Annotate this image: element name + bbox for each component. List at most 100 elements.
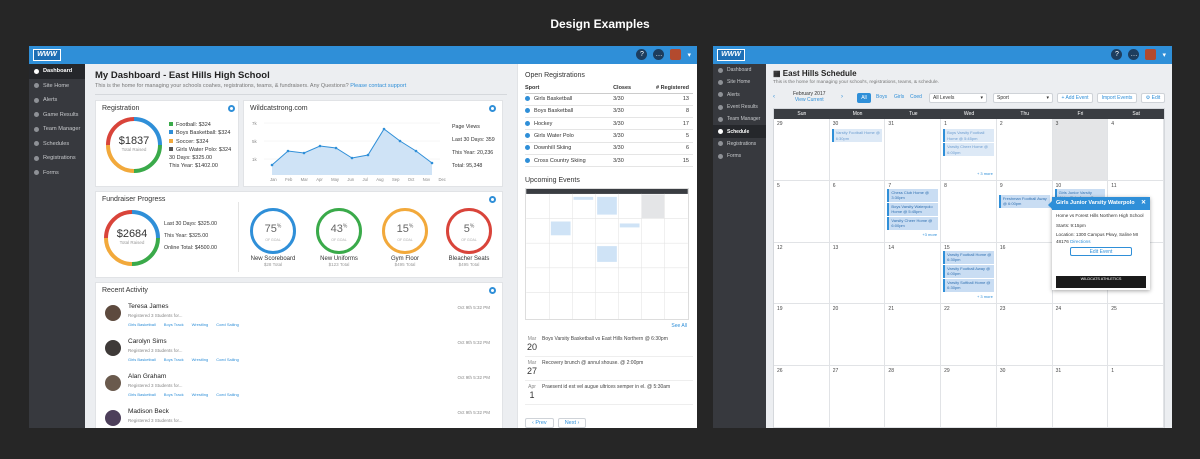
table-row[interactable]: Boys Basketball 3/30 8 — [525, 105, 693, 119]
tag-link[interactable]: Boys Track — [164, 357, 184, 362]
day-cell[interactable]: 14 — [885, 242, 942, 305]
levels-select[interactable]: All Levels ▾ — [929, 93, 987, 103]
sidebar-item-dashboard[interactable]: Dashboard — [29, 64, 85, 79]
calendar-event[interactable]: Varsity Football Away @ 6:00pm — [943, 264, 994, 278]
chevron-down-icon[interactable]: ▾ — [687, 51, 691, 59]
day-cell[interactable]: 23 — [996, 304, 1053, 367]
prev-month-icon[interactable]: ‹ — [773, 94, 775, 100]
calendar-event[interactable]: Boys Varsity Waterpolo Home @ 5:45pm — [887, 202, 939, 216]
next-button[interactable]: Next › — [557, 418, 587, 428]
sidebar-item-forms[interactable]: Forms — [713, 150, 766, 162]
calendar-event[interactable]: Boys Varsity Football Home @ 5:45pm — [943, 129, 994, 142]
gear-icon[interactable] — [228, 105, 235, 112]
calendar-event[interactable]: Chess Club Home @ 3:30pm — [887, 188, 939, 202]
day-cell[interactable]: 5 — [774, 180, 830, 243]
user-avatar[interactable] — [1145, 49, 1157, 60]
table-row[interactable]: Girls Water Polo 3/30 5 — [525, 129, 693, 143]
day-cell[interactable]: 6 — [829, 180, 886, 243]
day-cell[interactable]: 26 — [774, 366, 830, 428]
directions-link[interactable]: Directions — [1070, 239, 1090, 244]
day-cell[interactable]: 1 — [1108, 366, 1164, 428]
tag-link[interactable]: Boys Track — [164, 322, 184, 327]
tag-link[interactable]: Coed Sailing — [216, 322, 239, 327]
tag-link[interactable]: Girls Basketball — [128, 392, 156, 397]
add-event-button[interactable]: + Add Event — [1057, 93, 1093, 103]
edit-event-button[interactable]: Edit Event — [1070, 247, 1132, 256]
chat-icon[interactable]: … — [1128, 49, 1140, 60]
calendar-event[interactable]: Varsity Softball Home @ 6:30pm — [943, 278, 994, 292]
app-logo[interactable]: WWW — [717, 49, 745, 61]
tag-link[interactable]: Girls Basketball — [128, 357, 156, 362]
tag-link[interactable]: Wrestling — [192, 357, 209, 362]
sport-select[interactable]: Sport ▾ — [993, 93, 1053, 103]
day-cell[interactable]: 2 — [996, 119, 1053, 181]
sidebar-item-dashboard[interactable]: Dashboard — [713, 64, 766, 76]
filter-boys-button[interactable]: Boys — [876, 94, 887, 100]
see-all-link[interactable]: See All — [671, 323, 687, 329]
activity-item[interactable]: Carolyn Sims Registered 3 Students for..… — [102, 338, 496, 370]
more-events-link[interactable]: +3 more — [922, 232, 937, 237]
gear-icon[interactable] — [489, 105, 496, 112]
sidebar-item-event-results[interactable]: Event Results — [713, 101, 766, 113]
filter-coed-button[interactable]: Coed — [910, 94, 922, 100]
activity-item[interactable]: Teresa James Registered 3 Students for..… — [102, 303, 496, 335]
day-cell[interactable]: 4 — [1108, 119, 1164, 181]
activity-item[interactable]: Madison Beck Registered 3 Students for..… — [102, 408, 496, 428]
tag-link[interactable]: Boys Track — [164, 392, 184, 397]
table-row[interactable]: Downhill Skiing 3/30 6 — [525, 142, 693, 155]
day-cell[interactable]: 31 — [1052, 366, 1109, 428]
day-cell[interactable]: 24 — [1052, 304, 1109, 367]
tag-link[interactable]: Girls Basketball — [128, 322, 156, 327]
table-row[interactable]: Hockey 3/30 17 — [525, 117, 693, 131]
view-current-link[interactable]: View Current — [793, 97, 826, 103]
tag-link[interactable]: Coed Sailing — [216, 357, 239, 362]
day-cell[interactable]: 13 — [829, 242, 886, 305]
chat-icon[interactable]: … — [653, 49, 665, 60]
day-cell[interactable]: 29 — [941, 366, 997, 428]
day-cell[interactable]: 3 — [1052, 119, 1109, 181]
filter-girls-button[interactable]: Girls — [894, 94, 904, 100]
day-cell[interactable]: 30 Varsity Football Home @ 6:30pm — [829, 119, 886, 181]
user-avatar[interactable] — [670, 49, 682, 60]
chevron-down-icon[interactable]: ▾ — [1162, 51, 1166, 59]
day-cell[interactable]: 27 — [829, 366, 886, 428]
sidebar-item-schedules[interactable]: Schedules — [29, 137, 85, 152]
import-events-button[interactable]: Import Events — [1097, 93, 1137, 103]
sidebar-item-team-manager[interactable]: Team Manager — [29, 122, 85, 137]
day-cell[interactable]: 30 — [996, 366, 1053, 428]
sidebar-item-alerts[interactable]: Alerts — [29, 93, 85, 108]
filter-all-button[interactable]: All — [857, 93, 871, 103]
gear-icon[interactable] — [489, 287, 496, 294]
calendar-event[interactable]: Varsity Football Home @ 6:30pm — [831, 129, 883, 142]
help-icon[interactable]: ? — [1111, 49, 1123, 60]
day-cell[interactable]: 28 — [885, 366, 942, 428]
day-cell[interactable]: 31 — [885, 119, 942, 181]
more-events-link[interactable]: + 3 more — [977, 171, 993, 176]
day-cell[interactable]: 21 — [885, 304, 942, 367]
sidebar-item-site-home[interactable]: Site Home — [29, 79, 85, 94]
table-row[interactable]: Girls Basketball 3/30 13 — [525, 93, 693, 106]
day-cell[interactable]: 8 — [941, 180, 997, 243]
day-cell[interactable]: 20 — [829, 304, 886, 367]
close-icon[interactable]: ✕ — [1141, 197, 1146, 210]
sidebar-item-team-manager[interactable]: Team Manager — [713, 113, 766, 125]
tag-link[interactable]: Wrestling — [192, 322, 209, 327]
tag-link[interactable]: Coed Sailing — [216, 392, 239, 397]
event-item[interactable]: Mar 27 Recovery brunch @ annul shouse. @… — [525, 359, 693, 381]
day-cell[interactable]: 7 Chess Club Home @ 3:30pm Boys Varsity Wa… — [885, 180, 942, 243]
day-cell[interactable]: 15 Varsity Football Home @ 6:30pm Varsity … — [941, 242, 997, 305]
sidebar-item-forms[interactable]: Forms — [29, 166, 85, 181]
calendar-event[interactable]: Varsity Cheer Home @ 6:00pm — [887, 216, 939, 230]
support-link[interactable]: Please contact support — [350, 83, 406, 89]
day-cell[interactable]: 1 Boys Varsity Football Home @ 5:45pm Vars… — [941, 119, 997, 181]
app-logo[interactable]: WWW — [33, 49, 61, 61]
day-cell[interactable]: 12 — [774, 242, 830, 305]
day-cell[interactable]: 19 — [774, 304, 830, 367]
calendar-event[interactable]: Varsity Football Home @ 6:30pm — [943, 250, 994, 264]
mini-calendar[interactable] — [525, 188, 689, 320]
day-cell[interactable]: 22 — [941, 304, 997, 367]
calendar-event[interactable]: Freshman Football Away @ 6:00pm — [998, 194, 1050, 208]
sidebar-item-site-home[interactable]: Site Home — [713, 76, 766, 88]
day-cell[interactable]: 16 — [996, 242, 1053, 305]
day-cell[interactable]: 29 — [774, 119, 830, 181]
